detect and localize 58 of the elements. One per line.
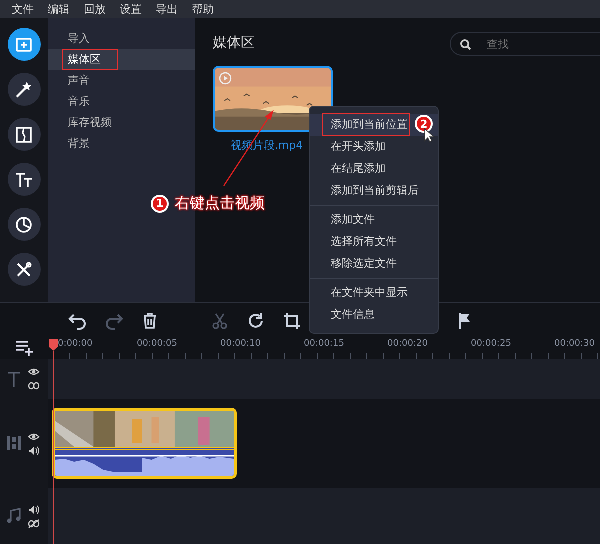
menu-item[interactable]: 文件信息 [310,304,438,326]
highlight-box [62,49,118,70]
sidebar-item[interactable]: 导入 [48,28,195,49]
rail-button[interactable] [8,253,40,286]
menu-item[interactable]: 编辑 [48,2,70,16]
sidebar-item[interactable]: 媒体区 [48,49,195,70]
eye-icon[interactable] [28,432,40,442]
playhead[interactable] [49,338,58,544]
time-label: 00:00:15 [304,339,346,351]
crop-icon [282,311,302,331]
text-track-icon [6,370,22,388]
scissors-icon [210,311,230,331]
music-note-icon [6,508,22,525]
menu-item[interactable]: 添加到当前剪辑后 [310,180,438,202]
menu-item[interactable]: 文件 [12,2,34,16]
sidebar-item[interactable]: 背景 [48,133,195,154]
sidebar-item[interactable]: 声音 [48,70,195,91]
menu-item[interactable]: 在开头添加 [310,136,438,158]
time-label: 00:00:20 [388,339,429,351]
menu-item[interactable]: 选择所有文件 [310,231,438,253]
time-label: 00:00:10 [220,339,262,351]
eye-icon[interactable] [28,367,40,377]
cursor-icon [424,128,435,143]
play-icon [219,72,232,85]
menu-item[interactable]: 回放 [84,2,106,16]
video-clip[interactable] [52,408,237,479]
speaker-icon[interactable] [28,504,40,514]
callout-text: 右键点击视频 [175,194,265,213]
rail-button[interactable] [8,28,40,61]
sidebar-item[interactable]: 库存视频 [48,112,195,133]
rail-button[interactable] [8,208,40,241]
menu-item[interactable]: 设置 [120,2,142,16]
time-label: 0:00:00 [57,339,94,351]
unlink-icon[interactable] [28,518,40,528]
link-icon[interactable] [28,381,40,391]
rail-button[interactable] [8,73,40,106]
add-track-icon[interactable] [14,339,34,356]
time-label: 00:00:25 [471,339,512,351]
menu-item[interactable]: 帮助 [192,2,214,16]
rail-button[interactable] [8,118,40,151]
search-field[interactable]: 查找 [450,32,600,56]
sidebar-item[interactable]: 音乐 [48,91,195,112]
film-icon [6,435,22,452]
panel-title: 媒体区 [213,34,255,52]
menu-item[interactable]: 在文件夹中显示 [310,282,438,304]
rotate-icon [246,311,266,331]
menu-item[interactable]: 移除选定文件 [310,253,438,275]
speaker-icon[interactable] [28,446,40,456]
time-label: 00:00:30 [554,339,596,351]
menu-item[interactable]: 在结尾添加 [310,158,438,180]
time-label: 00:00:05 [137,339,178,351]
menu-item[interactable]: 添加文件 [310,209,438,231]
magic-wand-icon [14,80,34,100]
rail-button[interactable] [8,163,40,196]
search-icon [460,39,471,50]
menu-item[interactable]: 导出 [156,2,178,16]
transition-icon [14,124,34,144]
sticker-icon [14,214,34,234]
